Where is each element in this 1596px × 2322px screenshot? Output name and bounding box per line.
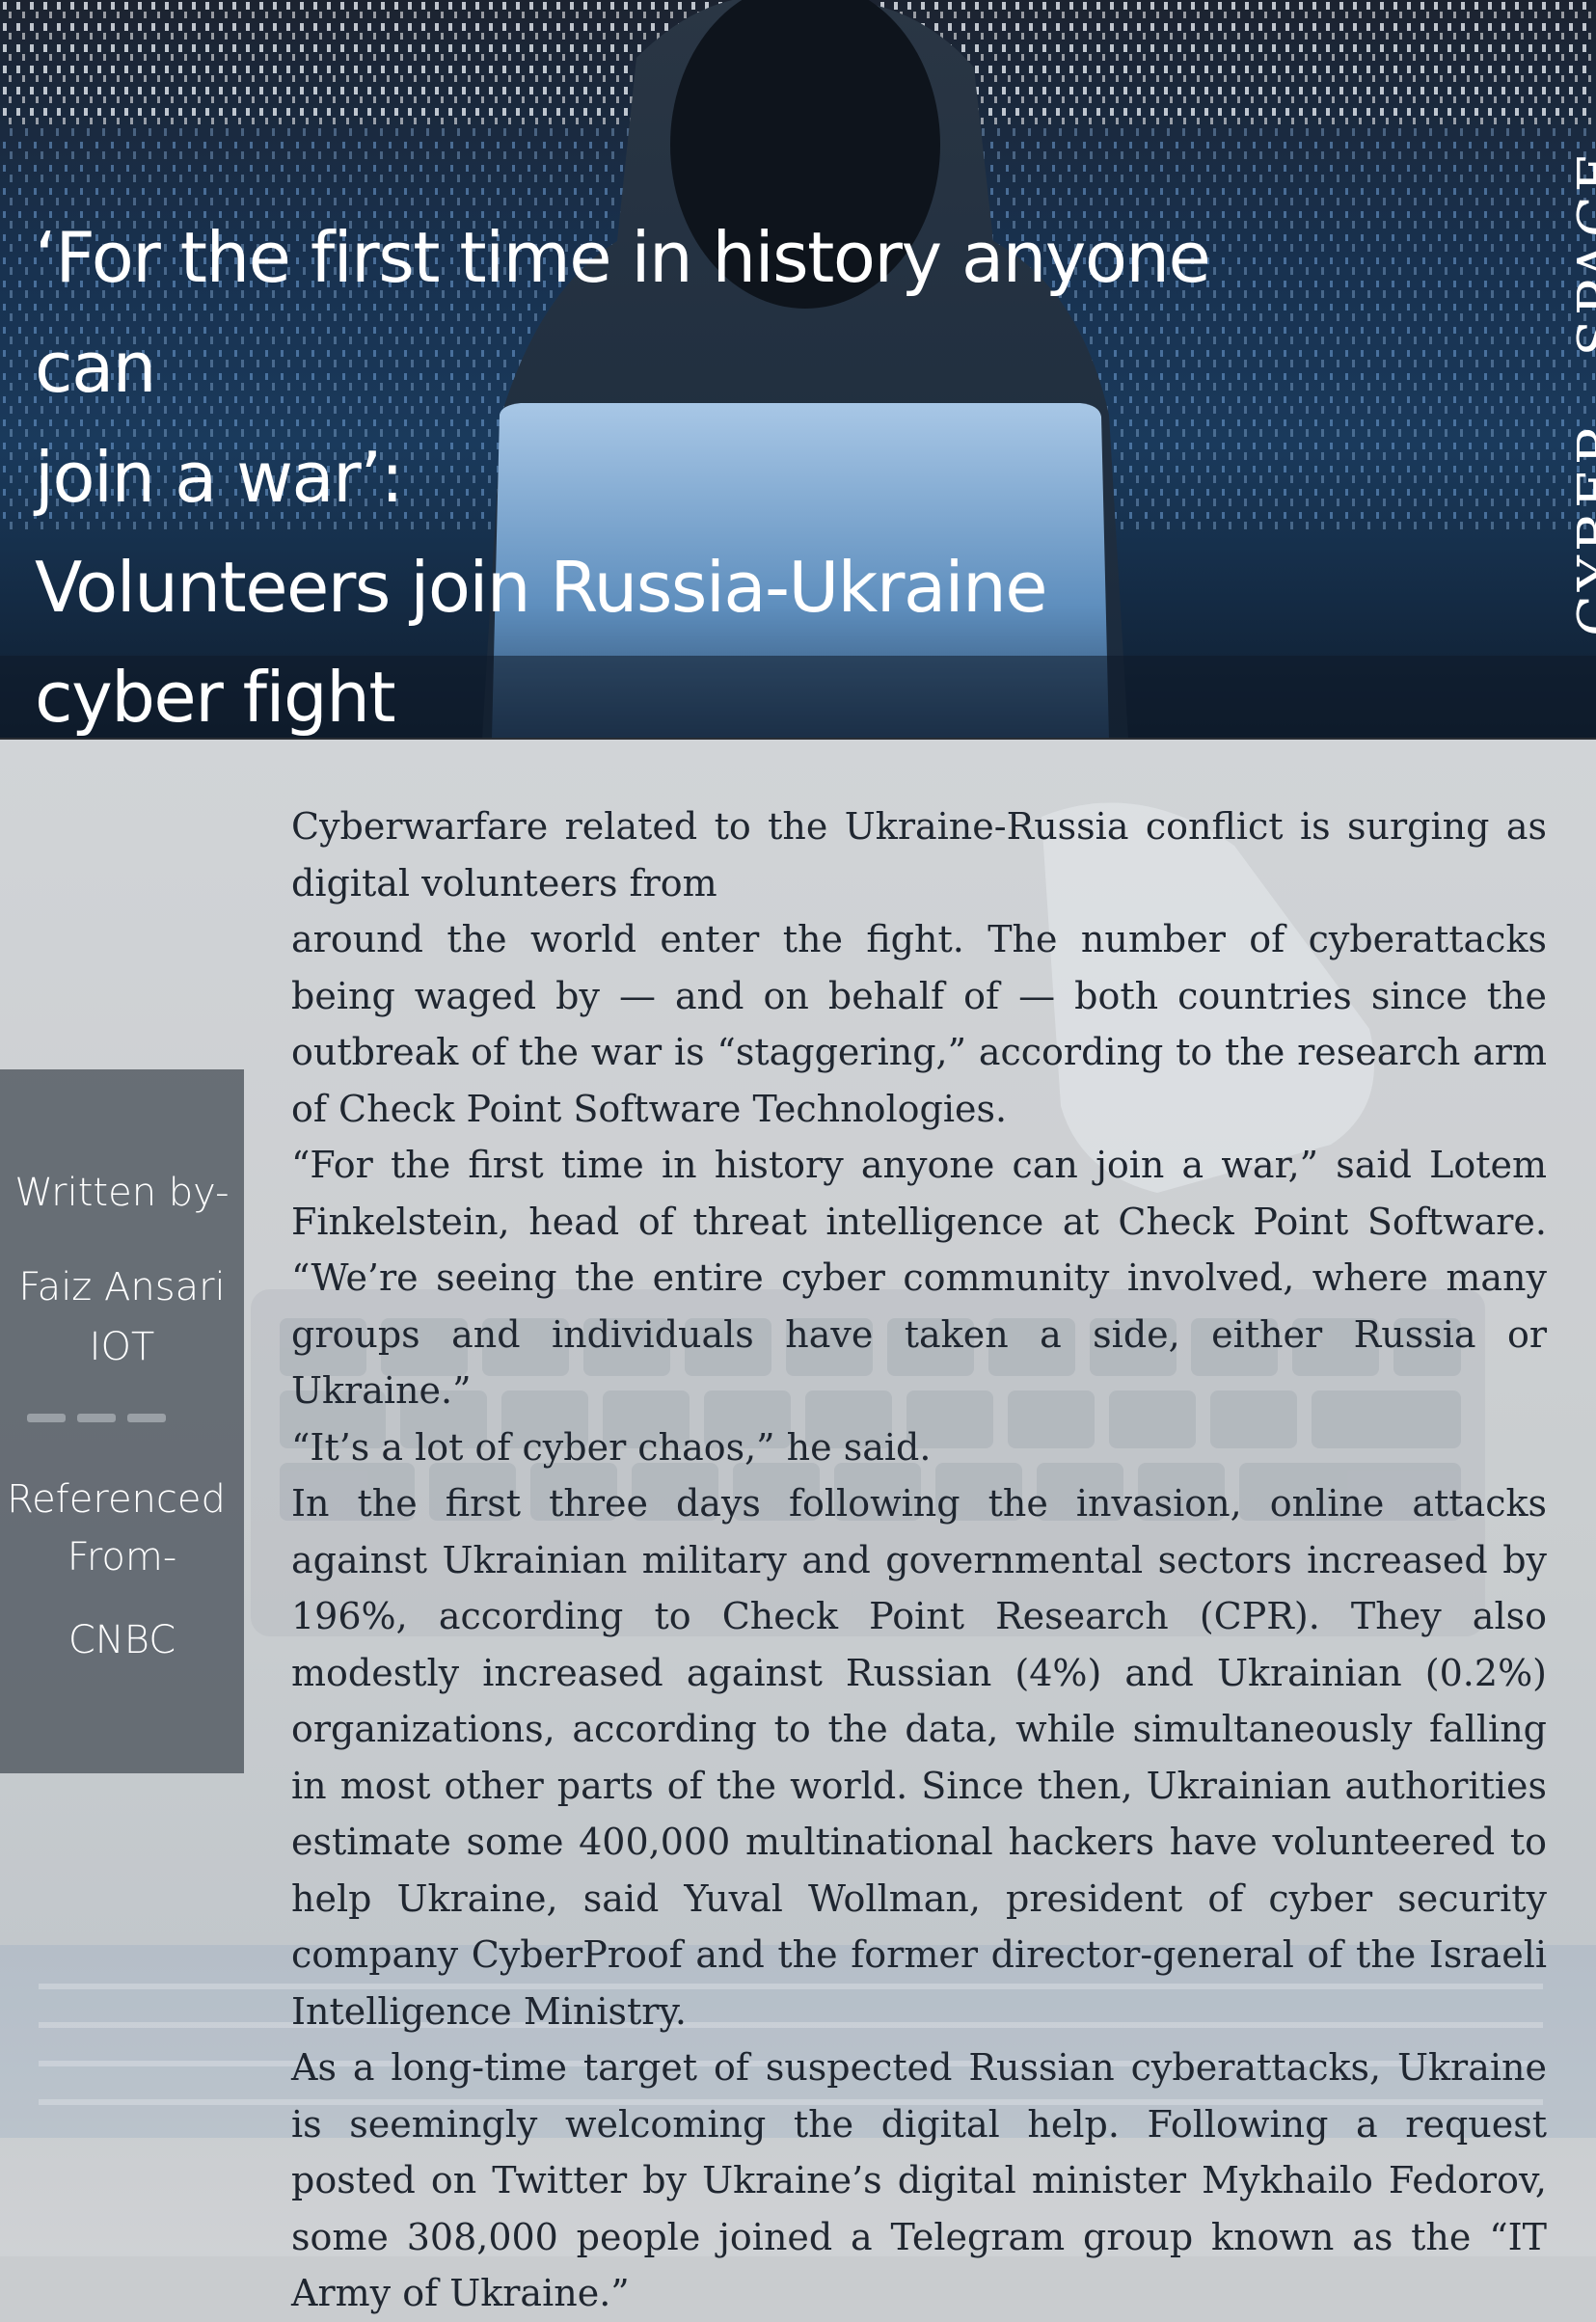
headline-line: join a war’: [35, 437, 404, 518]
author-department: IOT [89, 1325, 155, 1369]
headline-line: cyber fight [35, 657, 396, 738]
article-paragraph: “For the first time in history anyone ca… [291, 1144, 1547, 1412]
article-paragraph: As a long-time target of suspected Russi… [291, 2046, 1547, 2314]
referenced-label: Referenced [7, 1477, 226, 1522]
hero-banner: ‘For the first time in history anyone ca… [0, 0, 1596, 740]
from-label: From- [67, 1535, 177, 1580]
article-paragraph: around the world enter the fight. The nu… [291, 918, 1547, 1130]
source-name: CNBC [68, 1618, 176, 1662]
author-name: Faiz Ansari [18, 1265, 226, 1310]
written-by-label: Written by- [14, 1171, 230, 1215]
section-label: CYBER - SPACE [1567, 148, 1596, 636]
article-paragraph: In the first three days following the in… [291, 1482, 1547, 2033]
headline-line: Volunteers join Russia-Ukraine [35, 547, 1048, 628]
headline: ‘For the first time in history anyone ca… [35, 202, 1337, 740]
headline-line: ‘For the first time in history anyone ca… [35, 217, 1211, 408]
divider [27, 1410, 220, 1422]
article-paragraph: “It’s a lot of cyber chaos,” he said. [291, 1425, 932, 1469]
article-body: Cyberwarfare related to the Ukraine-Russ… [291, 798, 1547, 2322]
article-paragraph: Cyberwarfare related to the Ukraine-Russ… [291, 805, 1547, 904]
